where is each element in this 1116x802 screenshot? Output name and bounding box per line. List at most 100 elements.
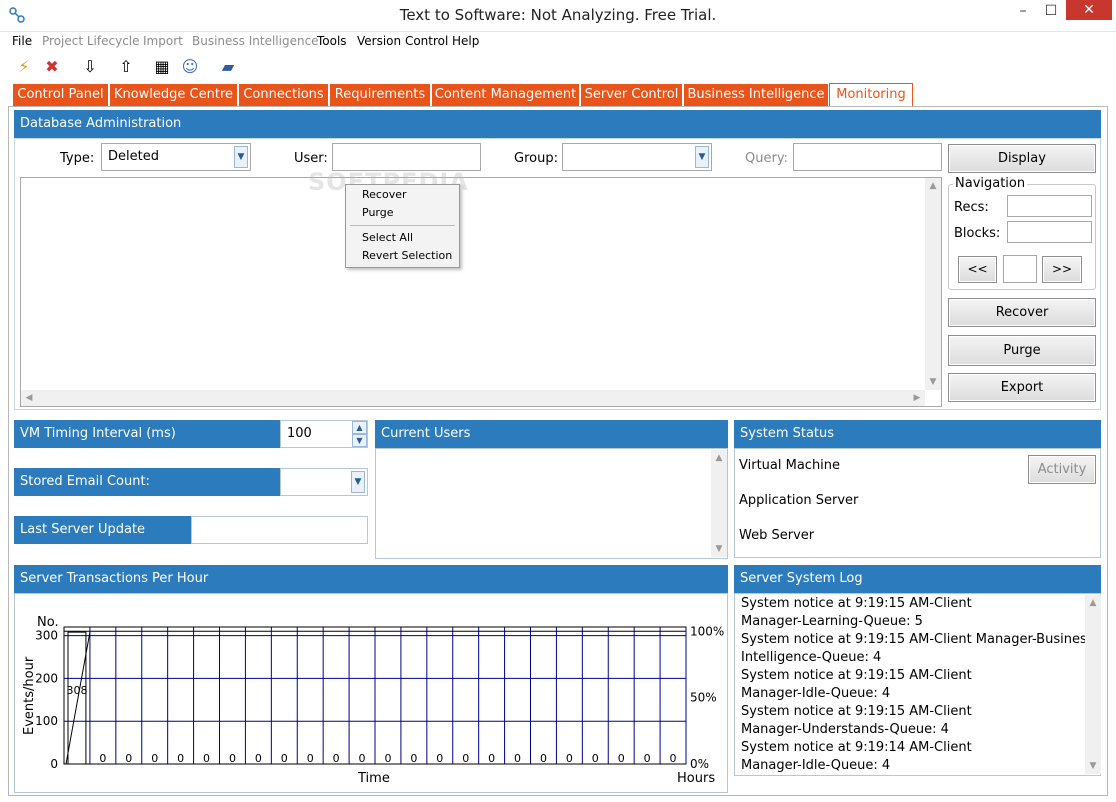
tab-knowledge-centre[interactable]: Knowledge Centre xyxy=(110,84,238,106)
data-label: 0 xyxy=(359,752,366,765)
arrow-down-icon[interactable]: ⇩ xyxy=(78,56,102,78)
menu-help[interactable]: Help xyxy=(452,34,479,48)
menu-bar: File Project Lifecycle Import Business I… xyxy=(8,32,1108,52)
ctx-recover[interactable]: Recover xyxy=(362,188,407,201)
tab-business-intelligence[interactable]: Business Intelligence xyxy=(684,84,829,106)
ctx-select-all[interactable]: Select All xyxy=(362,231,413,244)
menu-import[interactable]: Import xyxy=(143,34,183,48)
log-vscrollbar[interactable]: ▲ ▼ xyxy=(1085,595,1101,774)
status-virtual-machine: Virtual Machine xyxy=(739,458,841,473)
blocks-field[interactable] xyxy=(1007,221,1092,243)
recover-button[interactable]: Recover xyxy=(948,298,1096,327)
page-field[interactable] xyxy=(1003,255,1037,283)
chevron-down-icon[interactable]: ▼ xyxy=(234,146,248,168)
results-list[interactable] xyxy=(20,177,942,407)
log-line: System notice at 9:19:15 AM-Client xyxy=(741,596,972,611)
arrow-up-icon[interactable]: ⇧ xyxy=(114,56,138,78)
stepper-down-icon[interactable]: ▼ xyxy=(352,434,367,447)
scroll-up-icon[interactable]: ▲ xyxy=(925,178,941,194)
log-line: System notice at 9:19:15 AM-Client Manag… xyxy=(741,632,1094,647)
title-bar: Text to Software: Not Analyzing. Free Tr… xyxy=(0,0,1116,32)
data-label: 0 xyxy=(462,752,469,765)
data-label: 308 xyxy=(66,684,87,697)
tab-control-panel[interactable]: Control Panel xyxy=(13,84,109,106)
log-header: Server System Log xyxy=(734,565,1101,593)
scroll-down-icon[interactable]: ▼ xyxy=(925,374,941,390)
scroll-right-icon[interactable]: ▶ xyxy=(909,390,925,406)
current-users-list[interactable] xyxy=(375,448,728,559)
menu-file[interactable]: File xyxy=(12,34,32,48)
navigation-label: Navigation xyxy=(953,176,1028,191)
stepper-up-icon[interactable]: ▲ xyxy=(352,421,367,434)
data-label: 0 xyxy=(151,752,158,765)
y2-tick-label: 0% xyxy=(690,757,709,771)
users-vscrollbar[interactable]: ▲ ▼ xyxy=(711,450,727,557)
recs-field[interactable] xyxy=(1007,195,1092,217)
scroll-up-icon[interactable]: ▲ xyxy=(1085,595,1101,611)
group-label: Group: xyxy=(514,151,558,166)
layout-icon[interactable]: ▦ xyxy=(150,56,174,78)
system-status-header: System Status xyxy=(734,420,1101,448)
menu-project-lifecycle[interactable]: Project Lifecycle xyxy=(42,34,140,48)
data-label: 0 xyxy=(592,752,599,765)
book-icon[interactable]: ▰ xyxy=(216,56,240,78)
menu-tools[interactable]: Tools xyxy=(317,34,347,48)
type-select-value: Deleted xyxy=(108,149,159,164)
vm-timing-label: VM Timing Interval (ms) xyxy=(14,420,280,448)
data-label: 0 xyxy=(281,752,288,765)
tab-connections[interactable]: Connections xyxy=(239,84,329,106)
menu-version-control[interactable]: Version Control xyxy=(357,34,448,48)
next-button[interactable]: >> xyxy=(1042,256,1082,283)
ctx-revert-selection[interactable]: Revert Selection xyxy=(362,249,452,262)
scroll-left-icon[interactable]: ◀ xyxy=(21,390,37,406)
prev-button[interactable]: << xyxy=(958,256,997,283)
tab-server-control[interactable]: Server Control xyxy=(581,84,683,106)
y-tick-label: 300 xyxy=(35,629,58,643)
log-line: Manager-Understands-Queue: 4 xyxy=(741,722,949,737)
db-admin-header: Database Administration xyxy=(14,110,1101,138)
chart-header: Server Transactions Per Hour xyxy=(14,565,728,593)
status-web-server: Web Server xyxy=(739,528,815,543)
tab-monitoring[interactable]: Monitoring xyxy=(829,83,913,107)
close-button[interactable]: ✕ xyxy=(1066,0,1112,20)
activity-button[interactable]: Activity xyxy=(1028,455,1096,484)
scroll-down-icon[interactable]: ▼ xyxy=(711,541,727,557)
email-count-label: Stored Email Count: xyxy=(14,468,280,496)
users-icon[interactable]: ☺ xyxy=(178,56,202,78)
chevron-down-icon[interactable]: ▼ xyxy=(351,471,365,493)
minimize-button[interactable]: – xyxy=(1010,0,1036,24)
log-line: System notice at 9:19:15 AM-Client xyxy=(741,704,972,719)
results-hscrollbar[interactable]: ◀ ▶ xyxy=(21,390,925,406)
query-input[interactable] xyxy=(793,143,942,171)
last-update-label: Last Server Update xyxy=(14,516,191,544)
results-vscrollbar[interactable]: ▲ ▼ xyxy=(925,178,941,390)
display-button[interactable]: Display xyxy=(948,144,1096,173)
y2-tick-label: 50% xyxy=(690,691,717,705)
log-line: Manager-Idle-Queue: 4 xyxy=(741,758,891,773)
data-label: 0 xyxy=(99,752,106,765)
tab-requirements[interactable]: Requirements xyxy=(330,84,431,106)
chart-bar xyxy=(67,631,87,765)
data-label: 0 xyxy=(488,752,495,765)
email-count-select[interactable]: ▼ xyxy=(280,468,368,496)
ctx-purge[interactable]: Purge xyxy=(362,206,394,219)
export-button[interactable]: Export xyxy=(948,373,1096,402)
chevron-down-icon[interactable]: ▼ xyxy=(695,146,709,168)
log-line: Manager-Idle-Queue: 4 xyxy=(741,686,891,701)
purge-button[interactable]: Purge xyxy=(948,335,1096,366)
menu-business-intelligence[interactable]: Business Intelligence xyxy=(192,34,319,48)
lightning-icon[interactable]: ⚡ xyxy=(12,56,36,78)
user-input[interactable] xyxy=(332,143,481,171)
type-select[interactable]: Deleted ▼ xyxy=(101,143,251,171)
data-label: 0 xyxy=(436,752,443,765)
scroll-down-icon[interactable]: ▼ xyxy=(1085,758,1101,774)
group-select[interactable]: ▼ xyxy=(562,143,712,171)
data-label: 0 xyxy=(410,752,417,765)
maximize-button[interactable]: ☐ xyxy=(1038,0,1064,24)
tab-content-management[interactable]: Content Management xyxy=(432,84,580,106)
data-label: 0 xyxy=(125,752,132,765)
blocks-label: Blocks: xyxy=(954,226,1001,241)
delete-icon[interactable]: ✖ xyxy=(40,56,64,78)
scroll-up-icon[interactable]: ▲ xyxy=(711,450,727,466)
log-list[interactable]: System notice at 9:19:15 AM-Client Manage… xyxy=(734,593,1101,776)
